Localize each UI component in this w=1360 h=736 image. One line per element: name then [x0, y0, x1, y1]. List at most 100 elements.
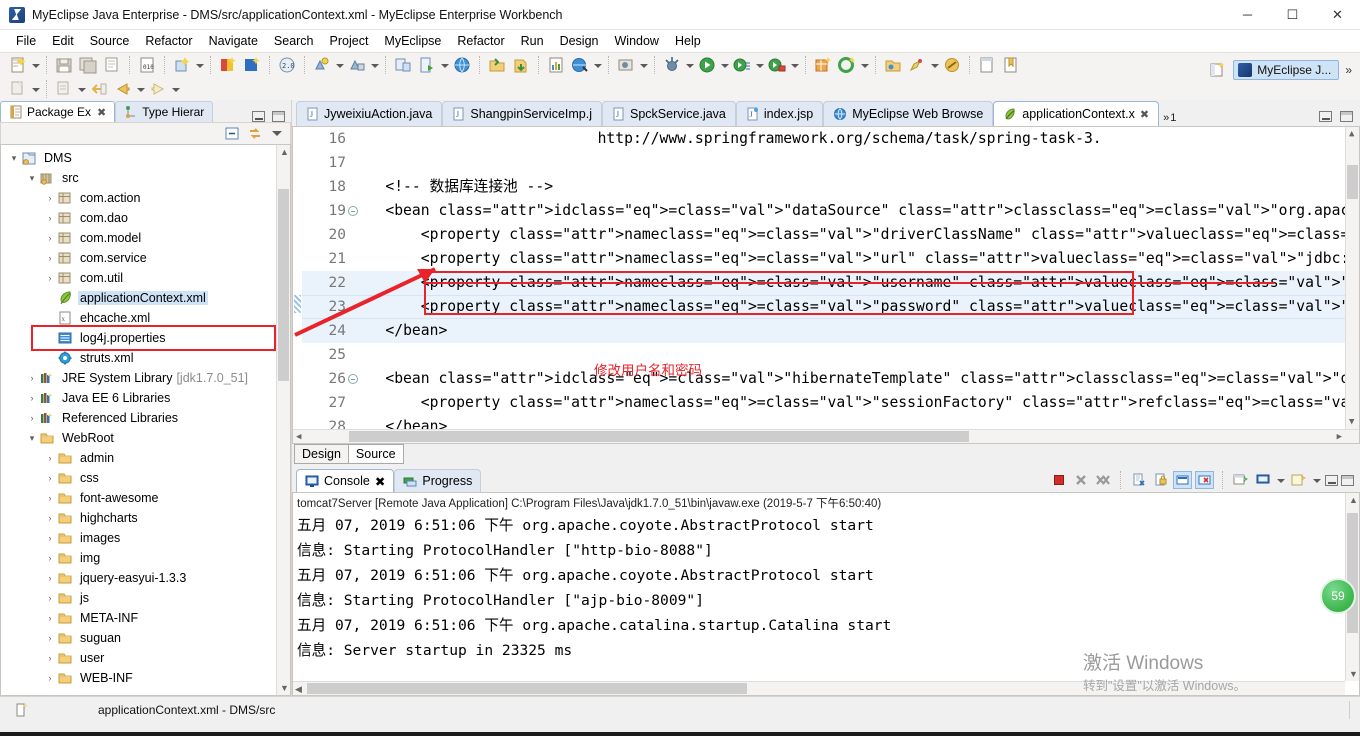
tab-type-hierarchy[interactable]: Type Hierar	[115, 101, 214, 122]
code-line[interactable]	[350, 151, 1345, 175]
view-minimize-icon[interactable]	[252, 111, 265, 122]
tree-item-com-service[interactable]: › com.service	[1, 248, 290, 268]
view-maximize-icon[interactable]	[272, 111, 285, 122]
new-project-icon[interactable]	[836, 55, 858, 76]
next-annotation-dropdown-icon[interactable]	[76, 79, 87, 99]
editor-tab-jyweixiuaction[interactable]: J JyweixiuAction.java	[296, 101, 443, 126]
tree-item-src[interactable]: ▾ src	[1, 168, 290, 188]
new-java-project-icon[interactable]	[812, 55, 834, 76]
tree-item-font-awesome[interactable]: › font-awesome	[1, 488, 290, 508]
editor-tab-shangpinserviceimp[interactable]: J ShangpinServiceImp.j	[442, 101, 602, 126]
run-secure-icon[interactable]	[766, 55, 788, 76]
open-perspective-button-icon[interactable]	[1206, 60, 1228, 81]
tab-design[interactable]: Design	[294, 444, 349, 464]
scroll-up-icon[interactable]: ▲	[280, 147, 289, 157]
close-button[interactable]: ✕	[1315, 0, 1360, 30]
save-icon[interactable]	[53, 55, 75, 76]
open-perspective-icon[interactable]	[941, 55, 963, 76]
snapshot-dropdown-icon[interactable]	[638, 55, 649, 75]
clear-console-icon[interactable]	[1129, 471, 1148, 489]
tree-item-jre-system-library[interactable]: › JRE System Library [jdk1.7.0_51]	[1, 368, 290, 388]
new-wizard-dropdown-icon[interactable]	[30, 55, 41, 75]
scrollbar-thumb[interactable]	[1347, 513, 1358, 633]
menu-item-help[interactable]: Help	[667, 32, 709, 50]
db-browser-icon[interactable]	[392, 55, 414, 76]
link-with-editor-icon[interactable]	[247, 126, 263, 141]
tree-twisty-icon[interactable]: ›	[43, 233, 57, 243]
tree-item-com-util[interactable]: › com.util	[1, 268, 290, 288]
menu-item-project[interactable]: Project	[322, 32, 377, 50]
open-folder-icon[interactable]	[882, 55, 904, 76]
remove-launch-icon[interactable]	[1071, 471, 1090, 489]
tree-twisty-icon[interactable]: ›	[43, 673, 57, 683]
tree-item-images[interactable]: › images	[1, 528, 290, 548]
menu-item-navigate[interactable]: Navigate	[201, 32, 266, 50]
editor-tab-overflow[interactable]: » 1	[1159, 112, 1182, 126]
scroll-up-icon[interactable]: ▲	[1349, 129, 1354, 139]
new-console-view-icon[interactable]	[1231, 471, 1250, 489]
scroll-right-icon[interactable]: ▶	[1337, 432, 1342, 442]
scroll-lock-icon[interactable]	[1151, 471, 1170, 489]
tree-twisty-icon[interactable]: ›	[43, 633, 57, 643]
console-maximize-icon[interactable]	[1341, 474, 1354, 486]
editor-tab-spckservice[interactable]: J SpckService.java	[602, 101, 736, 126]
tree-twisty-icon[interactable]: ›	[43, 193, 57, 203]
editor-gutter[interactable]	[293, 127, 302, 443]
tab-package-explorer[interactable]: Package Ex ✖	[0, 101, 116, 122]
console-minimize-icon[interactable]	[1325, 474, 1338, 486]
menu-item-window[interactable]: Window	[607, 32, 667, 50]
terminate-icon[interactable]	[1049, 471, 1068, 489]
debug-dropdown-icon[interactable]	[684, 55, 695, 75]
editor-tab-applicationcontext[interactable]: applicationContext.x ✖	[993, 101, 1160, 126]
save-all-icon[interactable]	[77, 55, 99, 76]
scrollbar-thumb[interactable]	[1347, 165, 1358, 199]
snapshot-icon[interactable]	[615, 55, 637, 76]
floating-badge[interactable]: 59	[1320, 578, 1356, 614]
tree-twisty-icon[interactable]: ›	[43, 473, 57, 483]
editor-vertical-scrollbar[interactable]: ▲ ▼	[1345, 127, 1359, 429]
tree-twisty-icon[interactable]: ›	[25, 373, 39, 383]
next-annotation-icon[interactable]	[53, 79, 75, 100]
web-design-icon[interactable]	[569, 55, 591, 76]
tree-item-admin[interactable]: › admin	[1, 448, 290, 468]
open-console-icon[interactable]	[1289, 471, 1308, 489]
tree-twisty-icon[interactable]: ›	[43, 513, 57, 523]
code-line[interactable]: <bean class="attr">idclass="eq">=class="…	[350, 199, 1345, 223]
scroll-left-icon[interactable]: ◀	[296, 432, 301, 442]
menu-item-search[interactable]: Search	[266, 32, 322, 50]
close-icon[interactable]: ✖	[97, 106, 106, 119]
scroll-left-icon[interactable]: ◀	[295, 684, 302, 695]
tree-item-referenced-libraries[interactable]: › Referenced Libraries	[1, 408, 290, 428]
tree-item-log4j-properties[interactable]: log4j.properties	[1, 328, 290, 348]
new-wizard-icon[interactable]	[7, 55, 29, 76]
tree-twisty-icon[interactable]: ›	[43, 493, 57, 503]
scroll-down-icon[interactable]: ▼	[1349, 669, 1358, 679]
tree-item-applicationcontext-xml[interactable]: applicationContext.xml	[1, 288, 290, 308]
tree-item-com-action[interactable]: › com.action	[1, 188, 290, 208]
console-horizontal-scrollbar[interactable]: ◀	[293, 681, 1345, 695]
back-dropdown-icon[interactable]	[135, 79, 146, 99]
back-icon[interactable]	[112, 79, 134, 100]
show-view-icon[interactable]	[976, 55, 998, 76]
tab-console[interactable]: Console ✖	[296, 469, 395, 492]
run-dropdown-icon[interactable]	[719, 55, 730, 75]
tree-twisty-icon[interactable]: ›	[25, 413, 39, 423]
last-edit-location-icon[interactable]	[88, 79, 110, 100]
tree-item-jquery-easyui-1-3-3[interactable]: › jquery-easyui-1.3.3	[1, 568, 290, 588]
new-java-package-dropdown-icon[interactable]	[194, 55, 205, 75]
deploy-icon[interactable]	[311, 55, 333, 76]
tree-item-java-ee-6-libraries[interactable]: › Java EE 6 Libraries	[1, 388, 290, 408]
report-icon[interactable]	[545, 55, 567, 76]
debug-icon[interactable]	[661, 55, 683, 76]
tree-twisty-icon[interactable]: ›	[43, 213, 57, 223]
editor-horizontal-scrollbar[interactable]: ◀ ▶	[293, 429, 1359, 443]
scroll-up-icon[interactable]: ▲	[1349, 495, 1358, 505]
code-line[interactable]: <property class="attr">nameclass="eq">=c…	[350, 247, 1345, 271]
run-db-icon[interactable]	[416, 55, 438, 76]
console-output[interactable]: tomcat7Server [Remote Java Application] …	[292, 492, 1360, 696]
scroll-down-icon[interactable]: ▼	[1349, 417, 1354, 427]
xml-source-editor[interactable]: 16 17 18 19−20 21 22 23 24 25 26−27 28 http://www.…	[292, 126, 1360, 444]
open-console-dropdown-icon[interactable]	[1311, 470, 1322, 490]
view-menu-icon[interactable]	[270, 127, 284, 140]
editor-maximize-icon[interactable]	[1340, 111, 1353, 122]
